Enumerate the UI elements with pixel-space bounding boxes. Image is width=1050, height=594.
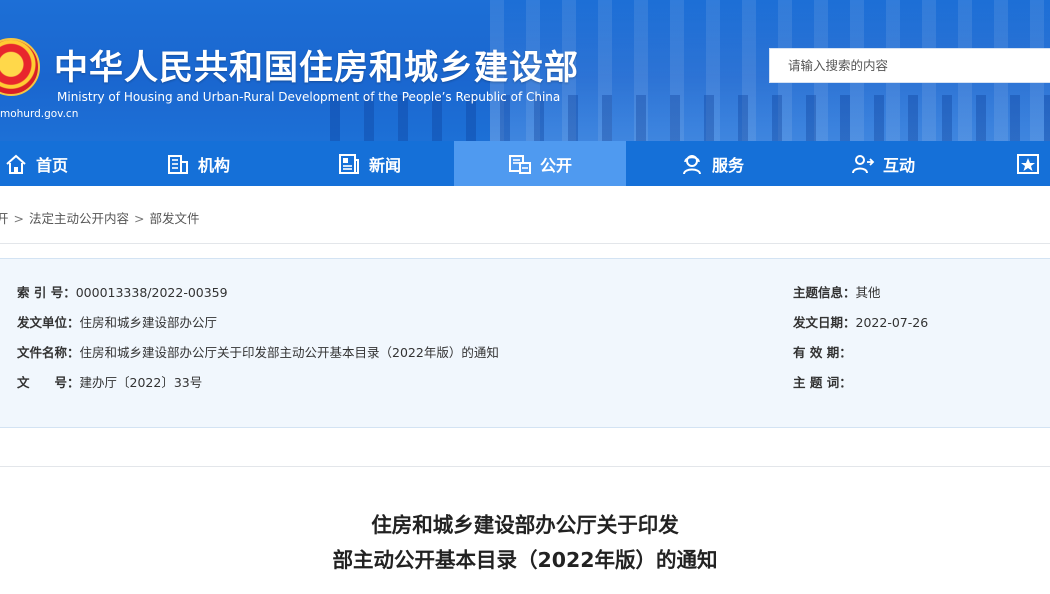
meta-index: 索 引 号：000013338/2022-00359: [17, 282, 228, 301]
search-input[interactable]: [770, 49, 1050, 82]
document-metadata-panel: 索 引 号：000013338/2022-00359 发文单位：住房和城乡建设部…: [0, 258, 1050, 428]
breadcrumb: 开 > 法定主动公开内容 > 部发文件: [0, 208, 200, 227]
meta-label: 文件名称：: [17, 345, 80, 360]
service-icon: [680, 153, 704, 175]
meta-value: 住房和城乡建设部办公厅: [79, 315, 218, 330]
meta-label: 主 题 词：: [793, 375, 852, 390]
meta-value: 建办厅〔2022〕33号: [79, 375, 203, 390]
nav-item-label: 机构: [197, 155, 230, 175]
breadcrumb-item-ministry-docs[interactable]: 部发文件: [150, 211, 200, 226]
meta-label: 文 号：: [17, 375, 80, 390]
meta-value: 2022-07-26: [855, 315, 929, 330]
site-subtitle: Ministry of Housing and Urban-Rural Deve…: [57, 90, 561, 104]
search-box[interactable]: [769, 48, 1050, 83]
nav-item-service[interactable]: 服务: [626, 141, 798, 186]
breadcrumb-separator: >: [13, 211, 24, 226]
meta-filename: 文件名称：住房和城乡建设部办公厅关于印发部主动公开基本目录（2022年版）的通知: [17, 342, 499, 361]
breadcrumb-item-public[interactable]: 开: [0, 211, 9, 226]
meta-validity: 有 效 期：: [793, 342, 852, 361]
nav-item-extra[interactable]: [1016, 141, 1050, 186]
meta-date: 发文日期：2022-07-26: [793, 312, 928, 331]
home-icon: [4, 153, 28, 175]
site-title[interactable]: 中华人民共和国住房和城乡建设部: [54, 40, 579, 89]
meta-label: 有 效 期：: [793, 345, 852, 360]
document-icon: [508, 153, 532, 175]
article-title-line: 住房和城乡建设部办公厅关于印发: [371, 513, 679, 537]
news-icon: [337, 153, 361, 175]
national-emblem-icon[interactable]: [0, 38, 40, 96]
star-icon: [1016, 153, 1040, 175]
meta-label: 索 引 号：: [17, 285, 76, 300]
meta-topic: 主题信息：其他: [793, 282, 881, 301]
user-interaction-icon: [851, 153, 875, 175]
meta-keywords: 主 题 词：: [793, 372, 852, 391]
meta-label: 主题信息：: [793, 285, 856, 300]
site-domain: mohurd.gov.cn: [0, 108, 79, 120]
nav-item-home[interactable]: 首页: [0, 141, 122, 186]
meta-issuer: 发文单位：住房和城乡建设部办公厅: [17, 312, 217, 331]
article-title: 住房和城乡建设部办公厅关于印发 部主动公开基本目录（2022年版）的通知: [0, 508, 1050, 578]
nav-item-label: 新闻: [368, 155, 401, 175]
nav-item-organization[interactable]: 机构: [112, 141, 284, 186]
nav-item-news[interactable]: 新闻: [283, 141, 455, 186]
meta-label: 发文单位：: [17, 315, 80, 330]
nav-item-label: 首页: [35, 155, 68, 175]
main-nav: 首页 机构 新闻 公开 服务 互动: [0, 141, 1050, 186]
breadcrumb-separator: >: [134, 211, 145, 226]
nav-item-public[interactable]: 公开: [454, 141, 626, 186]
site-header: 中华人民共和国住房和城乡建设部 Ministry of Housing and …: [0, 0, 1050, 141]
meta-value: 000013338/2022-00359: [75, 285, 228, 300]
nav-item-interaction[interactable]: 互动: [797, 141, 969, 186]
meta-value: 住房和城乡建设部办公厅关于印发部主动公开基本目录（2022年版）的通知: [79, 345, 499, 360]
divider: [0, 466, 1050, 467]
nav-item-label: 公开: [539, 155, 572, 175]
article-title-line: 部主动公开基本目录（2022年版）的通知: [332, 548, 718, 572]
divider: [0, 243, 1050, 244]
building-icon: [166, 153, 190, 175]
meta-label: 发文日期：: [793, 315, 856, 330]
nav-item-label: 服务: [711, 155, 744, 175]
meta-docno: 文 号：建办厅〔2022〕33号: [17, 372, 202, 391]
breadcrumb-item-statutory[interactable]: 法定主动公开内容: [29, 211, 129, 226]
nav-item-label: 互动: [882, 155, 915, 175]
meta-value: 其他: [855, 285, 881, 300]
